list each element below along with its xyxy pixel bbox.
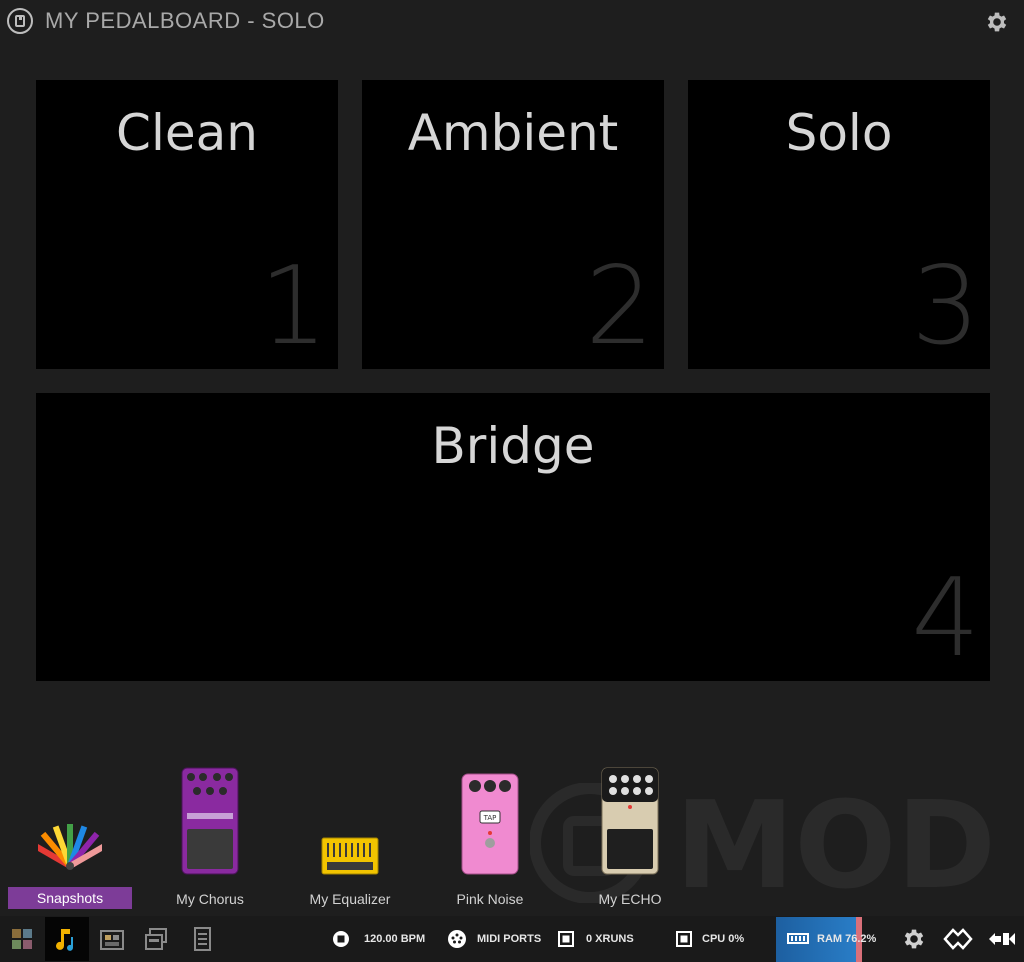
midi-icon [448, 930, 466, 948]
cpu-status[interactable]: CPU 0% [675, 916, 744, 962]
echo-pedal-icon [601, 767, 659, 875]
midi-ports-button[interactable]: MIDI PORTS [447, 916, 541, 962]
snapshot-tile-solo[interactable]: Solo 3 [688, 80, 990, 369]
mod-watermark-text: MOD [675, 783, 996, 903]
bottom-toolbar: 120.00 BPM MIDI PORTS 0 XRUNS CPU 0% RAM… [0, 916, 1024, 962]
connection-plug-icon[interactable] [980, 917, 1024, 961]
equalizer-pedal-icon [321, 837, 379, 875]
settings-gear-icon[interactable] [984, 9, 1010, 35]
cpu-chip-icon [676, 931, 692, 947]
pedalboard-music-icon[interactable] [45, 917, 89, 961]
chip-icon [558, 931, 574, 947]
file-manager-icon[interactable] [180, 917, 224, 961]
cpu-value: CPU 0% [702, 933, 745, 945]
snapshot-number: 1 [259, 244, 328, 369]
bank-icon[interactable] [90, 917, 134, 961]
cloud-sync-icon[interactable] [936, 917, 980, 961]
snapshot-number: 2 [585, 244, 654, 369]
plugins-puzzle-icon[interactable] [0, 917, 44, 961]
snapshot-name: Ambient [407, 104, 619, 162]
memory-icon [787, 933, 809, 944]
ram-status: RAM 76.2% [787, 916, 876, 962]
snapshot-tile-ambient[interactable]: Ambient 2 [362, 80, 664, 369]
snapshots-label[interactable]: Snapshots [8, 887, 132, 909]
snapshot-name: Solo [785, 104, 893, 162]
xruns-value: 0 XRUNS [586, 933, 634, 945]
settings-gear-icon[interactable] [892, 917, 936, 961]
pedal-label: Pink Noise [456, 891, 524, 907]
stop-icon [333, 931, 349, 947]
ram-value: RAM 76.2% [817, 933, 877, 945]
pedalboards-list-icon[interactable] [134, 917, 178, 961]
pedal-my-echo[interactable]: My ECHO [560, 760, 700, 910]
xruns-status[interactable]: 0 XRUNS [557, 916, 634, 962]
pedal-pink-noise[interactable]: TAP Pink Noise [420, 760, 560, 910]
bpm-value: 120.00 BPM [364, 933, 426, 945]
snapshot-number: 4 [911, 556, 980, 681]
pedal-label: My Chorus [176, 891, 244, 907]
snapshot-name: Bridge [431, 417, 595, 475]
chorus-pedal-icon [181, 767, 239, 875]
snapshot-tile-bridge[interactable]: Bridge 4 [36, 393, 990, 681]
color-fan-icon [38, 824, 102, 870]
header: MY PEDALBOARD - SOLO [0, 0, 1024, 46]
svg-text:TAP: TAP [483, 814, 497, 822]
pedal-my-equalizer[interactable]: My Equalizer [280, 760, 420, 910]
pink-noise-pedal-icon: TAP [461, 773, 519, 875]
snapshot-tile-clean[interactable]: Clean 1 [36, 80, 338, 369]
snapshot-name: Clean [116, 104, 258, 162]
pedal-label: My ECHO [598, 891, 662, 907]
page-title: MY PEDALBOARD - SOLO [45, 8, 325, 33]
transport-bpm[interactable]: 120.00 BPM [332, 916, 425, 962]
snapshot-number: 3 [911, 244, 980, 369]
pedal-my-chorus[interactable]: My Chorus [140, 760, 280, 910]
pedalboard-save-icon[interactable] [7, 8, 33, 34]
pedal-label: My Equalizer [309, 891, 391, 907]
midi-ports-label: MIDI PORTS [477, 933, 542, 945]
